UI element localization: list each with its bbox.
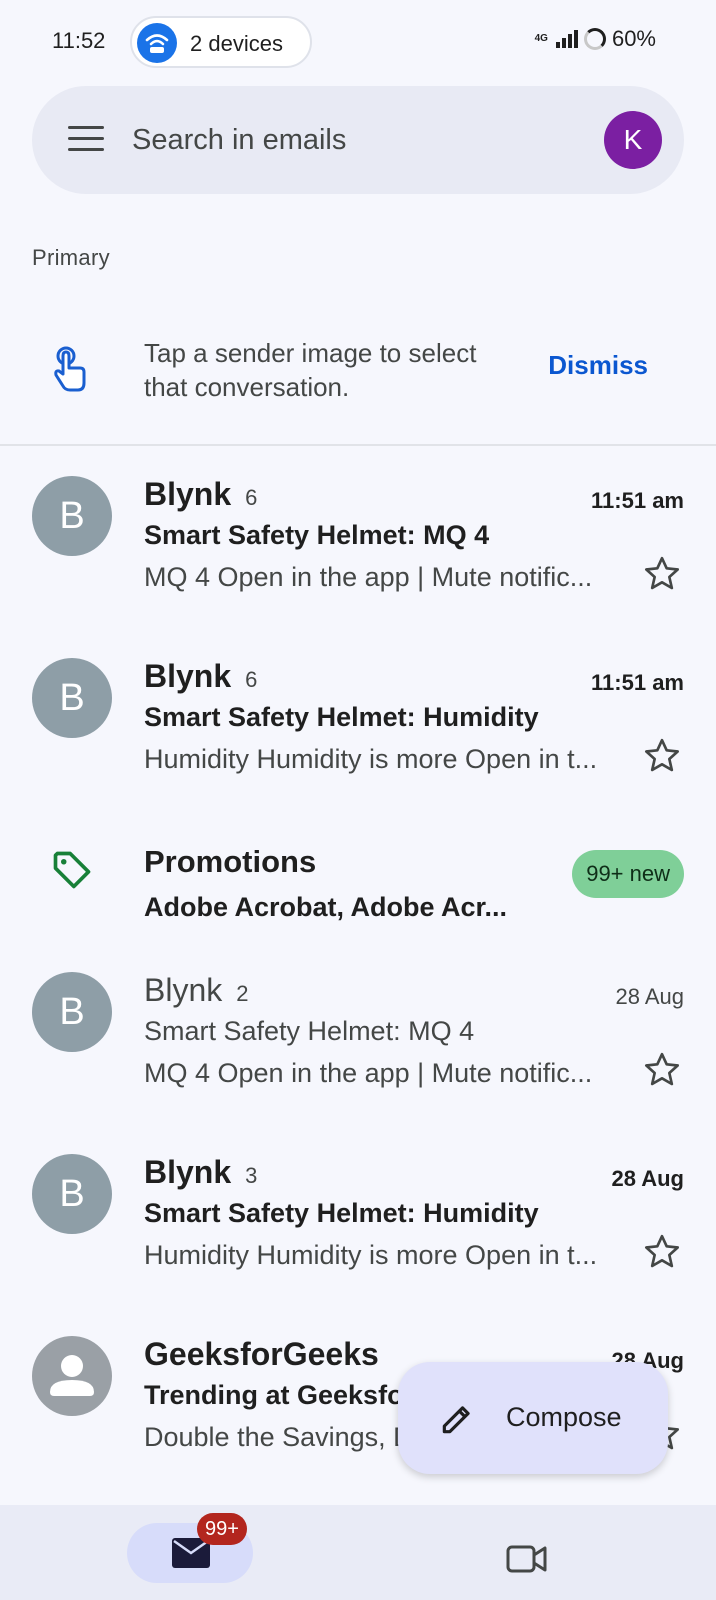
tip-banner: Tap a sender image to select that conver… bbox=[0, 310, 716, 436]
email-time: 11:51 am bbox=[591, 670, 684, 695]
status-time: 11:52 bbox=[52, 28, 106, 53]
email-row[interactable]: B Blynk 3 28 Aug Smart Safety Helmet: Hu… bbox=[0, 1134, 716, 1314]
sender-line: Blynk 6 bbox=[144, 658, 257, 695]
bottom-navigation: 99+ bbox=[0, 1505, 716, 1600]
email-subject: Smart Safety Helmet: MQ 4 bbox=[144, 520, 490, 550]
nav-mail-tab[interactable]: 99+ bbox=[127, 1513, 253, 1583]
compose-label: Compose bbox=[506, 1402, 622, 1432]
promotions-title: Promotions bbox=[144, 844, 317, 879]
unread-badge: 99+ bbox=[197, 1513, 247, 1545]
sender-line: Blynk 6 bbox=[144, 476, 257, 513]
person-icon bbox=[50, 1355, 94, 1396]
tip-text: Tap a sender image to select that conver… bbox=[144, 338, 477, 402]
section-title: Primary bbox=[32, 245, 110, 270]
status-bar: 11:52 2 devices 4G 60% bbox=[0, 0, 716, 82]
video-camera-icon[interactable] bbox=[506, 1543, 548, 1575]
sender-avatar[interactable]: B bbox=[32, 972, 112, 1052]
email-row[interactable]: B Blynk 2 28 Aug Smart Safety Helmet: MQ… bbox=[0, 952, 716, 1132]
pencil-icon bbox=[438, 1400, 476, 1438]
hotspot-label: 2 devices bbox=[190, 31, 283, 56]
email-time: 11:51 am bbox=[591, 488, 684, 513]
network-type: 4G bbox=[534, 33, 548, 44]
thread-count: 6 bbox=[245, 667, 258, 692]
email-snippet: Humidity Humidity is more Open in t... bbox=[144, 744, 598, 774]
status-indicators: 4G 60% bbox=[535, 26, 656, 52]
email-row[interactable]: B Blynk 6 11:51 am Smart Safety Helmet: … bbox=[0, 638, 716, 818]
star-icon[interactable] bbox=[642, 554, 682, 594]
tag-icon bbox=[50, 848, 94, 892]
hotspot-icon bbox=[137, 23, 177, 63]
dismiss-button[interactable]: Dismiss bbox=[548, 350, 648, 381]
promotions-row[interactable]: Promotions Adobe Acrobat, Adobe Acr... 9… bbox=[0, 820, 716, 950]
search-bar[interactable]: Search in emails K bbox=[32, 86, 684, 194]
email-subject: Smart Safety Helmet: Humidity bbox=[144, 702, 539, 732]
tap-hand-icon bbox=[50, 346, 90, 394]
new-count-badge: 99+ new bbox=[572, 850, 684, 898]
thread-count: 2 bbox=[236, 981, 249, 1006]
thread-count: 3 bbox=[245, 1163, 258, 1188]
account-avatar[interactable]: K bbox=[604, 111, 662, 169]
star-icon[interactable] bbox=[642, 736, 682, 776]
email-row[interactable]: B Blynk 6 11:51 am Smart Safety Helmet: … bbox=[0, 456, 716, 636]
signal-icon bbox=[555, 30, 578, 48]
battery-level: 60% bbox=[611, 26, 656, 51]
sender-name: Blynk bbox=[144, 1154, 232, 1190]
sender-avatar[interactable] bbox=[32, 1336, 112, 1416]
sender-line: GeeksforGeeks bbox=[144, 1336, 379, 1373]
email-snippet: MQ 4 Open in the app | Mute notific... bbox=[144, 1058, 593, 1088]
sender-name: Blynk bbox=[144, 476, 232, 512]
sender-name: Blynk bbox=[144, 972, 223, 1008]
promotions-senders: Adobe Acrobat, Adobe Acr... bbox=[144, 892, 508, 922]
sender-name: Blynk bbox=[144, 658, 232, 694]
email-time: 28 Aug bbox=[611, 1166, 684, 1191]
star-icon[interactable] bbox=[642, 1050, 682, 1090]
battery-icon bbox=[583, 28, 606, 50]
email-snippet: MQ 4 Open in the app | Mute notific... bbox=[144, 562, 593, 592]
star-icon[interactable] bbox=[642, 1232, 682, 1272]
menu-icon[interactable] bbox=[68, 126, 104, 154]
hotspot-chip[interactable]: 2 devices bbox=[130, 16, 312, 68]
sender-avatar[interactable]: B bbox=[32, 1154, 112, 1234]
email-subject: Smart Safety Helmet: Humidity bbox=[144, 1198, 539, 1228]
thread-count: 6 bbox=[245, 485, 258, 510]
email-time: 28 Aug bbox=[615, 984, 684, 1009]
sender-name: GeeksforGeeks bbox=[144, 1336, 379, 1372]
sender-line: Blynk 2 bbox=[144, 972, 249, 1009]
divider bbox=[0, 444, 716, 446]
search-input[interactable]: Search in emails bbox=[132, 124, 346, 157]
sender-avatar[interactable]: B bbox=[32, 476, 112, 556]
sender-line: Blynk 3 bbox=[144, 1154, 257, 1191]
email-snippet: Humidity Humidity is more Open in t... bbox=[144, 1240, 598, 1270]
compose-button[interactable]: Compose bbox=[398, 1362, 668, 1474]
sender-avatar[interactable]: B bbox=[32, 658, 112, 738]
email-subject: Smart Safety Helmet: MQ 4 bbox=[144, 1016, 475, 1046]
